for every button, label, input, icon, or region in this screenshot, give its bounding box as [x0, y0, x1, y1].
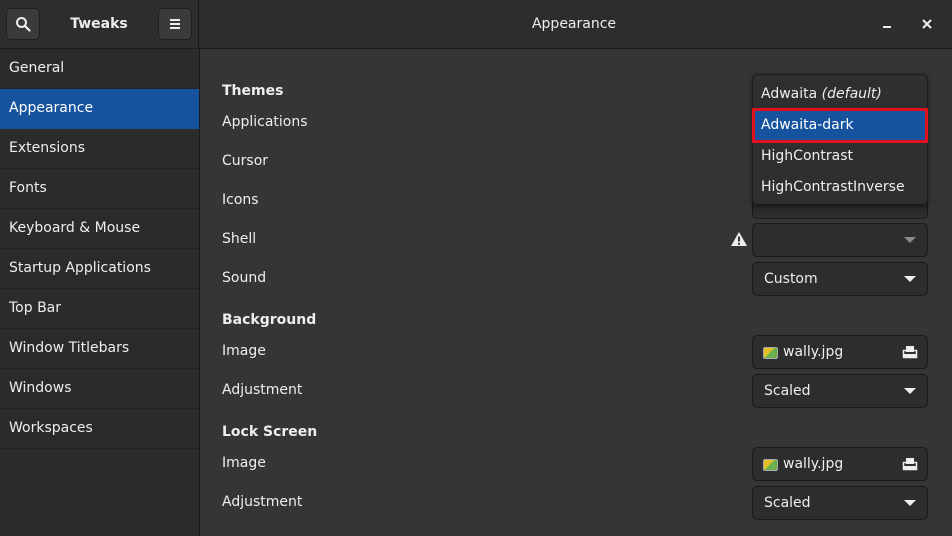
image-file-icon [763, 459, 778, 471]
chevron-down-icon [904, 500, 916, 506]
lock-screen-adjustment-label: Adjustment [222, 494, 303, 510]
chevron-down-icon [904, 276, 916, 282]
sidebar-item-appearance[interactable]: Appearance [0, 89, 199, 129]
document-open-icon [902, 458, 918, 471]
shell-label: Shell [222, 231, 257, 247]
theme-option-adwaita-dark[interactable]: Adwaita-dark [752, 108, 928, 143]
warning-icon [731, 232, 747, 246]
header-bar: Tweaks Appearance [0, 0, 952, 49]
lock-screen-adjustment-combo[interactable]: Scaled [752, 486, 928, 520]
sidebar-item-windows[interactable]: Windows [0, 369, 199, 409]
search-icon [16, 17, 31, 32]
sidebar-item-top-bar[interactable]: Top Bar [0, 289, 199, 329]
sidebar-header: Tweaks [0, 0, 199, 48]
search-button[interactable] [6, 8, 40, 40]
lock-screen-image-button[interactable]: wally.jpg [752, 447, 928, 481]
default-tag: (default) [821, 86, 882, 102]
sidebar-item-workspaces[interactable]: Workspaces [0, 409, 199, 449]
applications-theme-dropdown: Adwaita (default) Adwaita-dark HighContr… [752, 74, 928, 205]
background-image-label: Image [222, 343, 266, 359]
themes-heading: Themes [222, 83, 284, 99]
tweaks-window: Tweaks Appearance General Appearance Ext… [0, 0, 952, 536]
app-title: Tweaks [70, 16, 128, 32]
theme-option-adwaita[interactable]: Adwaita (default) [754, 79, 926, 110]
page-title: Appearance [531, 16, 617, 32]
minimize-button[interactable] [875, 12, 899, 36]
lock-screen-image-label: Image [222, 455, 266, 471]
sound-combo[interactable]: Custom [752, 262, 928, 296]
chevron-down-icon [904, 237, 916, 243]
sidebar-item-startup-applications[interactable]: Startup Applications [0, 249, 199, 289]
document-open-icon [902, 346, 918, 359]
menu-button[interactable] [158, 8, 192, 40]
background-image-value: wally.jpg [783, 344, 844, 360]
background-adjustment-combo[interactable]: Scaled [752, 374, 928, 408]
sidebar-item-extensions[interactable]: Extensions [0, 129, 199, 169]
shell-combo[interactable] [752, 223, 928, 257]
image-file-icon [763, 347, 778, 359]
background-image-button[interactable]: wally.jpg [752, 335, 928, 369]
lock-screen-adjustment-value: Scaled [764, 495, 811, 511]
cursor-label: Cursor [222, 153, 269, 169]
theme-option-name: Adwaita [761, 86, 818, 102]
icons-label: Icons [222, 192, 259, 208]
lock-screen-image-value: wally.jpg [783, 456, 844, 472]
background-adjustment-label: Adjustment [222, 382, 303, 398]
minimize-icon [883, 26, 891, 28]
theme-option-highcontrastinverse[interactable]: HighContrastInverse [754, 172, 926, 203]
applications-label: Applications [222, 114, 308, 130]
lock-screen-heading: Lock Screen [222, 424, 318, 440]
sound-label: Sound [222, 270, 267, 286]
sound-value: Custom [764, 271, 818, 287]
sidebar: General Appearance Extensions Fonts Keyb… [0, 49, 200, 536]
background-adjustment-value: Scaled [764, 383, 811, 399]
theme-option-highcontrast[interactable]: HighContrast [754, 141, 926, 172]
sidebar-item-fonts[interactable]: Fonts [0, 169, 199, 209]
sidebar-item-window-titlebars[interactable]: Window Titlebars [0, 329, 199, 369]
background-heading: Background [222, 312, 317, 328]
close-icon [922, 19, 932, 29]
sidebar-item-general[interactable]: General [0, 49, 199, 89]
chevron-down-icon [904, 388, 916, 394]
close-button[interactable] [915, 12, 939, 36]
sidebar-item-keyboard-mouse[interactable]: Keyboard & Mouse [0, 209, 199, 249]
hamburger-menu-icon [170, 19, 180, 29]
